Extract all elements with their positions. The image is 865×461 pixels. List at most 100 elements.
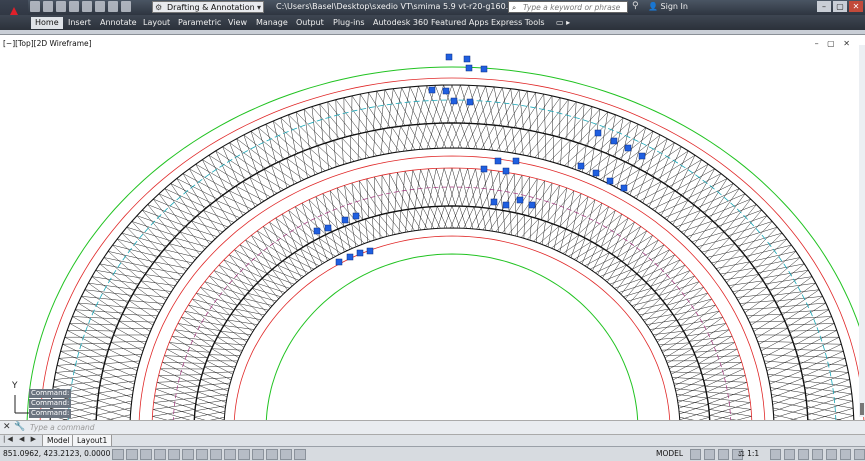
save-icon[interactable] [56, 1, 66, 12]
tab-output[interactable]: Output [296, 17, 324, 29]
grip-handle[interactable] [450, 97, 458, 105]
viewport-controls-label[interactable]: [−][Top][2D Wireframe] [3, 39, 92, 48]
grip-handle[interactable] [528, 201, 536, 209]
lineweight-icon[interactable] [252, 449, 264, 460]
model-space-toggle[interactable]: MODEL [656, 449, 683, 458]
grip-handle[interactable] [465, 64, 473, 72]
isolate-objects-icon[interactable] [812, 449, 823, 460]
grip-handle[interactable] [494, 157, 502, 165]
grip-handle[interactable] [577, 162, 585, 170]
quick-properties-icon[interactable] [280, 449, 292, 460]
object-snap-tracking-icon[interactable] [210, 449, 222, 460]
polar-tracking-icon[interactable] [168, 449, 180, 460]
workspace-selector[interactable]: ⚙ Drafting & Annotation ▾ [152, 1, 264, 13]
close-button[interactable]: ✕ [849, 1, 863, 12]
status-bar: 851.0962, 423.2123, 0.0000 MODEL ⚖ 1:1 [0, 446, 865, 461]
annotation-visibility-icon[interactable] [718, 449, 729, 460]
grip-handle[interactable] [512, 157, 520, 165]
vertical-scrollbar[interactable] [859, 45, 865, 417]
grip-handle[interactable] [490, 198, 498, 206]
clean-screen-icon[interactable] [854, 449, 865, 460]
grip-handle[interactable] [313, 227, 321, 235]
lightbulb-icon[interactable] [826, 449, 837, 460]
toolbar-lock-icon[interactable] [784, 449, 795, 460]
annotation-scale-value: 1:1 [747, 449, 760, 458]
status-menu-icon[interactable] [840, 449, 851, 460]
grid-display-icon[interactable] [140, 449, 152, 460]
user-icon: 👤 [648, 2, 658, 11]
ribbon-options-icon[interactable]: ▭ ▸ [556, 17, 570, 29]
search-input[interactable]: ⌕ Type a keyword or phrase [508, 1, 628, 13]
new-file-icon[interactable] [30, 1, 40, 12]
grip-handle[interactable] [624, 144, 632, 152]
tab-layout[interactable]: Layout [143, 17, 170, 29]
tab-plugins[interactable]: Plug-ins [333, 17, 365, 29]
command-input[interactable]: Type a command [30, 423, 95, 432]
drawing-viewport[interactable]: [−][Top][2D Wireframe] – ▢ ✕ Y [0, 35, 865, 420]
scrollbar-thumb[interactable] [860, 403, 864, 415]
coordinates-readout[interactable]: 851.0962, 423.2123, 0.0000 [3, 449, 110, 458]
wrench-icon[interactable]: 🔧 [14, 422, 25, 432]
grip-handle[interactable] [502, 201, 510, 209]
tab-express-tools[interactable]: Express Tools [491, 17, 545, 29]
grip-handle[interactable] [466, 98, 474, 106]
tab-annotate[interactable]: Annotate [100, 17, 137, 29]
sign-in-button[interactable]: 👤 Sign In [648, 2, 688, 11]
undo-icon[interactable] [95, 1, 105, 12]
tab-featured-apps[interactable]: Featured Apps [431, 17, 489, 29]
grip-handle[interactable] [592, 169, 600, 177]
grip-handle[interactable] [356, 249, 364, 257]
grip-handle[interactable] [352, 212, 360, 220]
grip-handle[interactable] [445, 53, 453, 61]
snap-mode-icon[interactable] [126, 449, 138, 460]
dynamic-ucs-icon[interactable] [224, 449, 236, 460]
hardware-acceleration-icon[interactable] [798, 449, 809, 460]
maximize-button[interactable]: ▢ [833, 1, 847, 12]
redo-icon[interactable] [108, 1, 118, 12]
tab-autodesk-360[interactable]: Autodesk 360 [373, 17, 428, 29]
open-file-icon[interactable] [43, 1, 53, 12]
transparency-icon[interactable] [266, 449, 278, 460]
grip-handle[interactable] [442, 87, 450, 95]
grip-handle[interactable] [346, 253, 354, 261]
infer-constraints-icon[interactable] [112, 449, 124, 460]
grip-handle[interactable] [620, 184, 628, 192]
tab-parametric[interactable]: Parametric [178, 17, 221, 29]
grip-handle[interactable] [428, 86, 436, 94]
binoculars-icon[interactable]: ⚲ [632, 1, 639, 11]
annotation-scale[interactable]: ⚖ 1:1 [738, 449, 759, 458]
print-icon[interactable] [82, 1, 92, 12]
tab-insert[interactable]: Insert [68, 17, 91, 29]
tab-home[interactable]: Home [31, 17, 63, 29]
minimize-button[interactable]: – [817, 1, 831, 12]
workspace-switching-icon[interactable] [770, 449, 781, 460]
grip-handle[interactable] [463, 55, 471, 63]
grip-handle[interactable] [638, 152, 646, 160]
grip-handle[interactable] [610, 137, 618, 145]
grip-handle[interactable] [480, 65, 488, 73]
grip-handle[interactable] [516, 196, 524, 204]
viewport-window-controls[interactable]: – ▢ ✕ [815, 39, 853, 48]
3d-object-snap-icon[interactable] [196, 449, 208, 460]
command-line[interactable]: ✕ 🔧 Type a command [0, 420, 865, 435]
grip-handle[interactable] [324, 224, 332, 232]
save-as-icon[interactable] [69, 1, 79, 12]
grip-handle[interactable] [502, 167, 510, 175]
quick-view-drawings-icon[interactable] [704, 449, 715, 460]
qat-dropdown-icon[interactable] [121, 1, 131, 12]
drawing-canvas[interactable] [0, 35, 865, 420]
grip-handle[interactable] [594, 129, 602, 137]
dynamic-input-icon[interactable] [238, 449, 250, 460]
selection-cycling-icon[interactable] [294, 449, 306, 460]
grip-handle[interactable] [480, 165, 488, 173]
object-snap-icon[interactable] [182, 449, 194, 460]
tab-manage[interactable]: Manage [256, 17, 288, 29]
grip-handle[interactable] [335, 258, 343, 266]
close-icon[interactable]: ✕ [3, 422, 11, 432]
tab-view[interactable]: View [228, 17, 247, 29]
ortho-mode-icon[interactable] [154, 449, 166, 460]
grip-handle[interactable] [606, 177, 614, 185]
grip-handle[interactable] [341, 216, 349, 224]
grip-handle[interactable] [366, 247, 374, 255]
quick-view-layouts-icon[interactable] [690, 449, 701, 460]
